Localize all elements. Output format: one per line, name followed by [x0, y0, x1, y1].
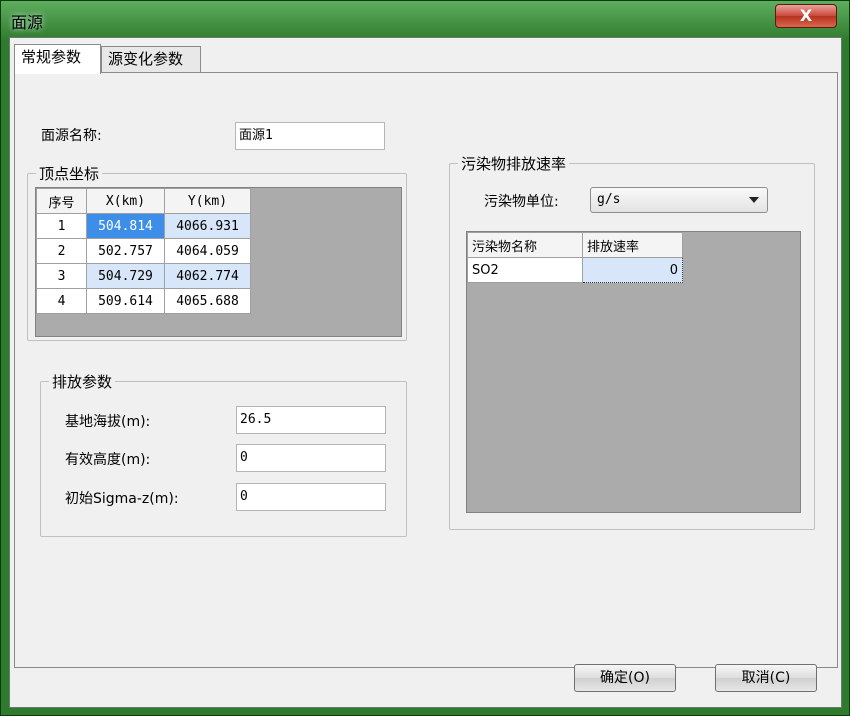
- dialog-client: 常规参数 源变化参数 面源名称: 面源1 顶点坐标 序号 X(km) Y(km): [9, 37, 842, 708]
- cell-no[interactable]: 4: [36, 288, 87, 314]
- cell-y[interactable]: 4064.059: [164, 238, 251, 264]
- ok-button[interactable]: 确定(O): [574, 664, 676, 692]
- column-header-pollutant-name[interactable]: 污染物名称: [467, 232, 583, 258]
- cell-y[interactable]: 4062.774: [164, 263, 251, 289]
- source-name-label: 面源名称:: [41, 128, 102, 144]
- vertex-grid[interactable]: 序号 X(km) Y(km) 1 504.814 4066.931 2 502.…: [35, 187, 402, 337]
- initial-sigma-z-label: 初始Sigma-z(m):: [65, 491, 179, 507]
- tab-source-variation-params[interactable]: 源变化参数: [101, 46, 201, 72]
- table-row[interactable]: SO2 0: [467, 257, 683, 283]
- emission-params-group: 排放参数 基地海拔(m): 26.5 有效高度(m): 0 初始Sigma-z(…: [40, 371, 407, 537]
- vertex-header-row: 序号 X(km) Y(km): [36, 188, 251, 214]
- cell-x[interactable]: 502.757: [86, 238, 165, 264]
- tab-panel-general: 面源名称: 面源1 顶点坐标 序号 X(km) Y(km) 1 504.814: [14, 72, 838, 668]
- table-row[interactable]: 3 504.729 4062.774: [36, 263, 251, 289]
- cell-no[interactable]: 2: [36, 238, 87, 264]
- column-header-x[interactable]: X(km): [86, 188, 165, 214]
- column-header-y[interactable]: Y(km): [164, 188, 251, 214]
- column-header-no[interactable]: 序号: [36, 188, 87, 214]
- effective-height-input[interactable]: 0: [236, 444, 386, 472]
- table-row[interactable]: 2 502.757 4064.059: [36, 238, 251, 264]
- pollutant-grid[interactable]: 污染物名称 排放速率 SO2 0: [466, 231, 801, 513]
- base-elevation-input[interactable]: 26.5: [236, 406, 386, 434]
- initial-sigma-z-input[interactable]: 0: [236, 483, 386, 511]
- pollutant-header-row: 污染物名称 排放速率: [467, 232, 683, 258]
- cell-emission-rate[interactable]: 0: [582, 257, 683, 283]
- cell-x[interactable]: 504.814: [86, 213, 165, 239]
- cell-y[interactable]: 4066.931: [164, 213, 251, 239]
- base-elevation-label: 基地海拔(m):: [65, 414, 151, 430]
- cell-y[interactable]: 4065.688: [164, 288, 251, 314]
- table-row[interactable]: 4 509.614 4065.688: [36, 288, 251, 314]
- vertex-coordinates-title: 顶点坐标: [36, 163, 103, 184]
- window-title: 面源: [11, 13, 44, 32]
- pollutant-unit-label: 污染物单位:: [484, 194, 559, 210]
- tab-general-params[interactable]: 常规参数: [14, 44, 101, 74]
- vertex-table: 序号 X(km) Y(km) 1 504.814 4066.931 2 502.…: [36, 188, 251, 314]
- effective-height-label: 有效高度(m):: [65, 452, 151, 468]
- cell-x[interactable]: 504.729: [86, 263, 165, 289]
- title-bar[interactable]: 面源 X: [1, 1, 849, 37]
- source-name-input[interactable]: 面源1: [235, 122, 385, 150]
- emission-params-title: 排放参数: [49, 371, 116, 392]
- dialog-window: 面源 X 常规参数 源变化参数 面源名称: 面源1 顶点坐标 序号 X(km): [0, 0, 850, 716]
- cell-no[interactable]: 1: [36, 213, 87, 239]
- cell-x[interactable]: 509.614: [86, 288, 165, 314]
- vertex-coordinates-group: 顶点坐标 序号 X(km) Y(km) 1 504.814 4066.931 2…: [27, 163, 407, 341]
- pollutant-unit-select[interactable]: g/s: [590, 187, 768, 213]
- close-button[interactable]: X: [775, 4, 837, 28]
- cell-pollutant-name[interactable]: SO2: [467, 257, 583, 283]
- cell-no[interactable]: 3: [36, 263, 87, 289]
- pollutant-rate-title: 污染物排放速率: [458, 153, 570, 174]
- column-header-emission-rate[interactable]: 排放速率: [582, 232, 683, 258]
- pollutant-rate-group: 污染物排放速率 污染物单位: g/s 污染物名称 排放速率 SO2 0: [449, 153, 815, 530]
- table-row[interactable]: 1 504.814 4066.931: [36, 213, 251, 239]
- cancel-button[interactable]: 取消(C): [715, 664, 817, 692]
- close-icon: X: [799, 6, 813, 25]
- pollutant-unit-value: g/s: [597, 192, 621, 207]
- chevron-down-icon: [749, 197, 759, 203]
- pollutant-table: 污染物名称 排放速率 SO2 0: [467, 232, 683, 283]
